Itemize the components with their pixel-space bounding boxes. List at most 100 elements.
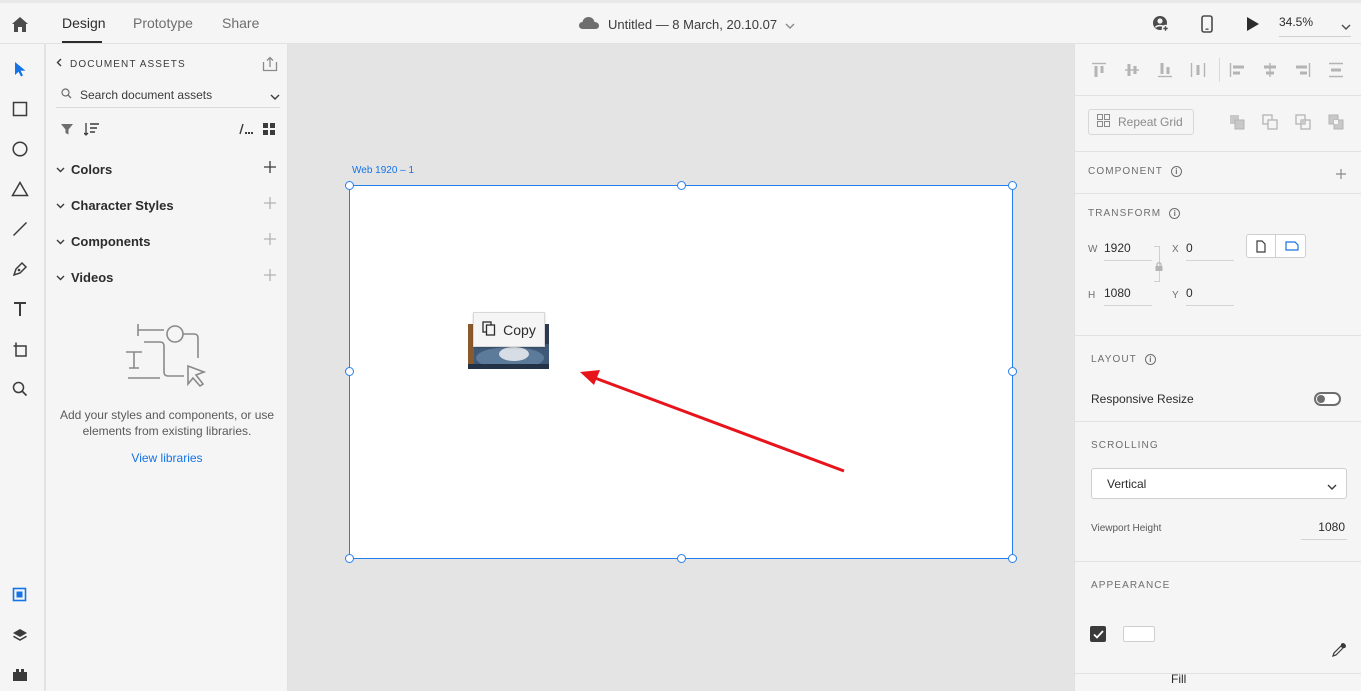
fill-color-swatch[interactable]: [1123, 626, 1155, 642]
repeat-grid-button[interactable]: Repeat Grid: [1088, 109, 1194, 135]
property-inspector: Repeat Grid COMPONENT i TRANSFORM i W 19…: [1074, 44, 1361, 691]
filter-icon[interactable]: [60, 122, 74, 139]
align-top-icon[interactable]: [1090, 61, 1108, 79]
assets-search: [56, 82, 280, 108]
scrolling-title-text: SCROLLING: [1091, 440, 1159, 451]
polygon-icon[interactable]: [9, 178, 31, 200]
play-icon[interactable]: [1243, 14, 1263, 34]
top-bar: Design Prototype Share Untitled — 8 Marc…: [0, 0, 1361, 44]
line-icon[interactable]: [9, 218, 31, 240]
artboard-icon[interactable]: [9, 338, 31, 360]
add-component-icon[interactable]: [264, 233, 276, 248]
distribute-vertical-icon[interactable]: [1327, 61, 1345, 79]
section-components[interactable]: Components: [56, 231, 276, 251]
section-colors[interactable]: Colors: [56, 159, 276, 179]
chevron-left-icon[interactable]: [56, 58, 62, 70]
align-section: [1075, 44, 1361, 96]
home-icon[interactable]: [9, 13, 31, 35]
layout-title: LAYOUT i: [1091, 354, 1156, 365]
lock-icon[interactable]: [1155, 260, 1163, 274]
scrolling-title: SCROLLING: [1091, 440, 1159, 451]
align-center-icon[interactable]: [1261, 61, 1279, 79]
y-input[interactable]: 0: [1186, 286, 1234, 306]
design-canvas[interactable]: Web 1920 – 1 Copy: [289, 44, 1074, 691]
chevron-down-icon[interactable]: [270, 89, 280, 103]
boolean-intersect-icon[interactable]: [1295, 114, 1311, 130]
section-label: Videos: [71, 269, 114, 285]
boolean-add-icon[interactable]: [1229, 114, 1245, 130]
eyedropper-icon[interactable]: [1331, 642, 1347, 661]
chevron-down-icon: [56, 234, 65, 248]
section-videos[interactable]: Videos: [56, 267, 276, 287]
x-input[interactable]: 0: [1186, 241, 1234, 261]
section-label: Components: [71, 233, 151, 249]
distribute-horizontal-icon[interactable]: [1189, 61, 1207, 79]
add-color-icon[interactable]: [264, 161, 276, 176]
height-input[interactable]: 1080: [1104, 286, 1152, 306]
pen-icon[interactable]: [9, 258, 31, 280]
search-input[interactable]: [80, 87, 250, 102]
width-label: W: [1088, 244, 1098, 255]
add-character-style-icon[interactable]: [264, 197, 276, 212]
plugins-icon[interactable]: [9, 664, 31, 686]
sort-icon[interactable]: [83, 122, 100, 139]
repeat-grid-label: Repeat Grid: [1118, 115, 1183, 129]
align-left-icon[interactable]: [1228, 61, 1246, 79]
height-label: H: [1088, 290, 1096, 301]
orientation-toggle: [1246, 234, 1306, 258]
info-icon[interactable]: i: [1169, 208, 1181, 219]
chevron-down-icon: [1341, 19, 1351, 33]
active-tab-indicator: [62, 41, 102, 43]
grid-view-icon[interactable]: [262, 122, 276, 139]
export-icon[interactable]: [262, 56, 278, 75]
add-video-icon[interactable]: [264, 269, 276, 284]
assets-header[interactable]: DOCUMENT ASSETS: [56, 58, 186, 70]
select-icon[interactable]: [9, 58, 31, 80]
divider: [1219, 58, 1220, 82]
tab-prototype[interactable]: Prototype: [133, 15, 193, 31]
user-add-icon[interactable]: [1151, 14, 1171, 34]
cloud-icon: [578, 16, 600, 33]
align-right-icon[interactable]: [1294, 61, 1312, 79]
mobile-preview-icon[interactable]: [1197, 14, 1217, 34]
viewport-height-input[interactable]: 1080: [1301, 520, 1347, 540]
appearance-title: APPEARANCE: [1091, 580, 1170, 591]
landscape-icon[interactable]: [1277, 235, 1306, 257]
responsive-resize-label: Responsive Resize: [1091, 392, 1194, 406]
list-view-icon[interactable]: [238, 122, 254, 139]
scrolling-dropdown[interactable]: Vertical: [1091, 468, 1347, 499]
align-bottom-icon[interactable]: [1156, 61, 1174, 79]
tab-share[interactable]: Share: [222, 15, 259, 31]
viewport-height-label: Viewport Height: [1091, 523, 1162, 534]
grid-icon: [1097, 114, 1110, 130]
chevron-down-icon: [56, 162, 65, 176]
text-icon[interactable]: [9, 298, 31, 320]
fill-label: Fill: [1171, 672, 1187, 686]
section-character-styles[interactable]: Character Styles: [56, 195, 276, 215]
zoom-icon[interactable]: [9, 378, 31, 400]
fill-checkbox[interactable]: [1090, 626, 1106, 642]
ellipse-icon[interactable]: [9, 138, 31, 160]
width-input[interactable]: 1920: [1104, 241, 1152, 261]
zoom-dropdown[interactable]: 34.5%: [1279, 15, 1351, 37]
component-title-text: COMPONENT: [1088, 166, 1163, 177]
document-title[interactable]: Untitled — 8 March, 20.10.07: [578, 14, 795, 34]
assets-filter-row: [60, 122, 278, 138]
tab-design[interactable]: Design: [62, 15, 106, 31]
transform-section: TRANSFORM i W 1920 X 0 H 1080 Y 0: [1075, 194, 1361, 336]
chevron-down-icon[interactable]: [785, 17, 795, 32]
view-libraries-link[interactable]: View libraries: [56, 451, 278, 465]
layers-icon[interactable]: [9, 624, 31, 646]
responsive-resize-toggle[interactable]: [1314, 392, 1341, 406]
scrolling-value: Vertical: [1107, 476, 1147, 491]
boolean-exclude-icon[interactable]: [1328, 114, 1344, 130]
rectangle-icon[interactable]: [9, 98, 31, 120]
portrait-icon[interactable]: [1247, 235, 1276, 257]
info-icon[interactable]: i: [1170, 166, 1182, 177]
assets-icon[interactable]: [9, 584, 31, 606]
checkmark-icon: [1092, 629, 1104, 639]
info-icon[interactable]: i: [1144, 354, 1156, 365]
align-middle-icon[interactable]: [1123, 61, 1141, 79]
add-component-icon[interactable]: [1336, 168, 1346, 182]
boolean-subtract-icon[interactable]: [1262, 114, 1278, 130]
